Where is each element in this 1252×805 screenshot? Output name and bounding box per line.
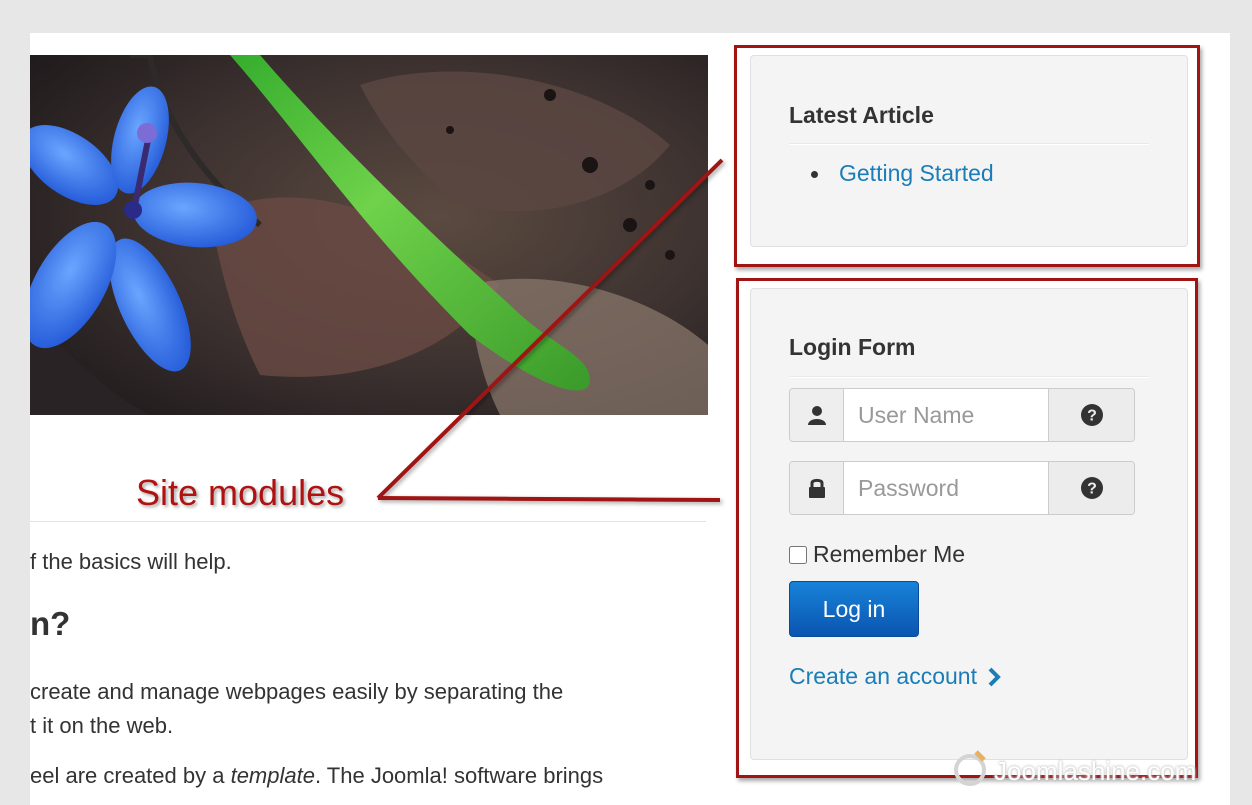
template-emphasis: template <box>230 763 315 788</box>
divider <box>30 521 706 522</box>
annotation-label: Site modules <box>136 472 345 513</box>
article-paragraph-line: create and manage webpages easily by sep… <box>30 679 564 704</box>
text-segment: . The Joomla! software brings <box>314 763 604 788</box>
hero-image <box>30 55 708 415</box>
annotation-box-latest <box>734 45 1200 267</box>
flower-photo <box>30 55 708 415</box>
watermark: Joomlashine.com <box>950 748 1196 795</box>
article-paragraph-line: t it on the web. <box>30 713 174 738</box>
text-segment: eel are created by a <box>30 763 231 788</box>
article-paragraph-3: eel are created by a template. The Jooml… <box>30 763 603 789</box>
joomlashine-logo-icon <box>950 748 990 795</box>
article-heading: n? <box>30 605 71 642</box>
watermark-text: Joomlashine.com <box>994 756 1197 786</box>
article-paragraph-2: create and manage webpages easily by sep… <box>30 675 563 743</box>
annotation-box-login <box>736 278 1198 778</box>
article-paragraph: f the basics will help. <box>30 549 232 574</box>
